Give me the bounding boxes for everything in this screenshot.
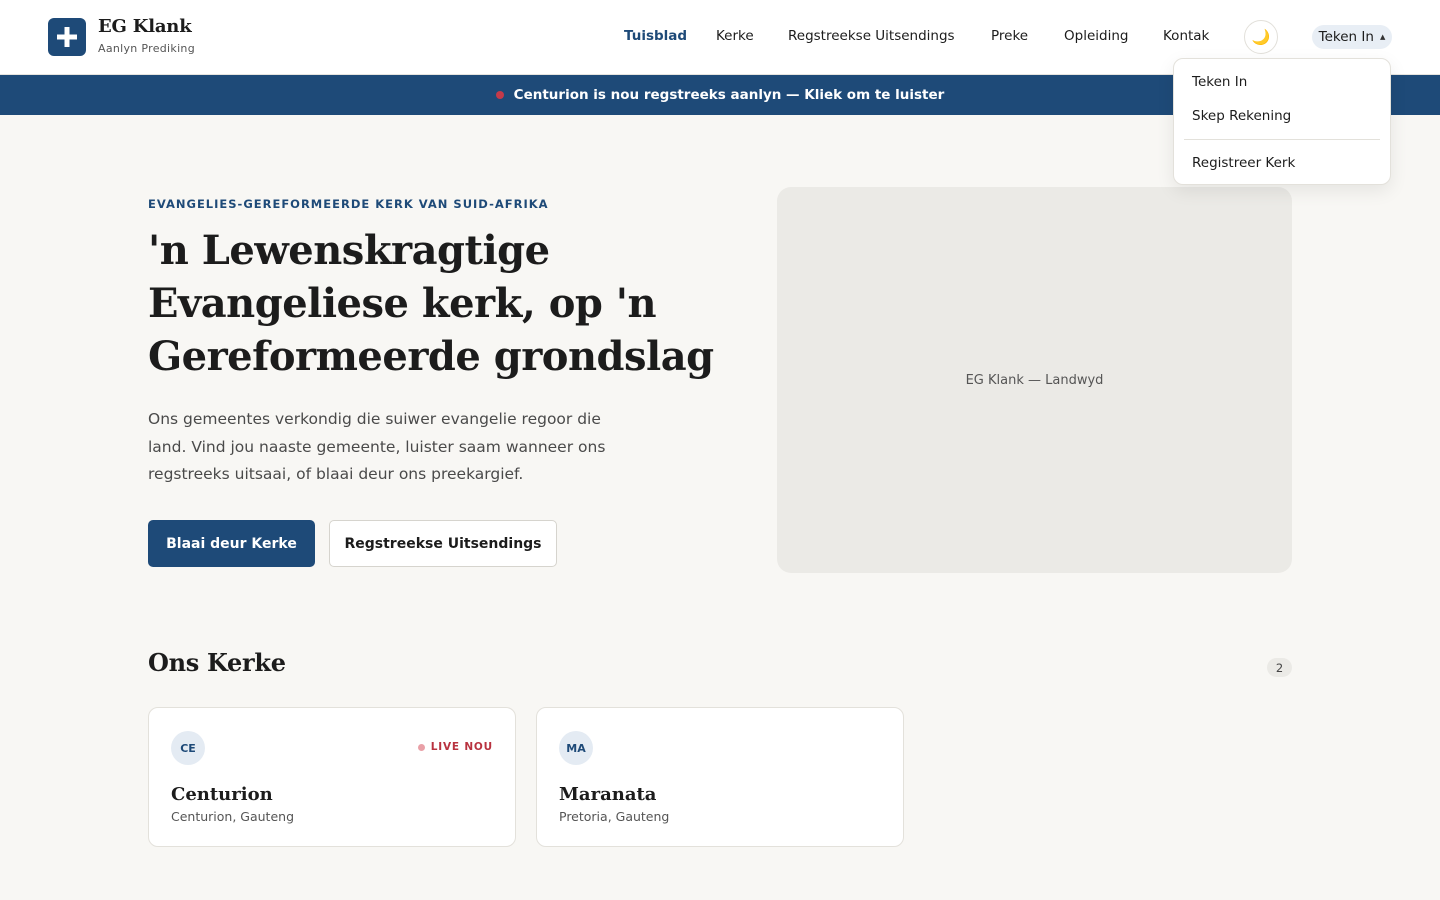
church-name: Centurion (171, 784, 273, 805)
signin-button[interactable]: Teken In ▲ (1312, 25, 1392, 49)
menu-item-teken-in[interactable]: Teken In (1192, 74, 1247, 90)
church-avatar: MA (559, 731, 593, 765)
church-avatar: CE (171, 731, 205, 765)
church-card-centurion[interactable]: CE LIVE NOU Centurion Centurion, Gauteng (148, 707, 516, 847)
live-badge-label: LIVE NOU (430, 741, 493, 753)
brand-title[interactable]: EG Klank (98, 16, 192, 37)
logo-cross-icon[interactable] (48, 18, 86, 56)
live-dot-icon (495, 91, 504, 99)
signin-dropdown-menu: Teken In Skep Rekening Registreer Kerk (1173, 58, 1391, 185)
nav-opleiding[interactable]: Opleiding (1064, 28, 1128, 48)
caret-up-icon: ▲ (1379, 33, 1386, 41)
hero-eyebrow: EVANGELIES-GEREFORMEERDE KERK VAN SUID-A… (148, 197, 549, 211)
moon-icon: 🌙 (1251, 28, 1271, 46)
browse-churches-button[interactable]: Blaai deur Kerke (148, 520, 315, 567)
church-location: Pretoria, Gauteng (559, 809, 670, 824)
live-broadcasts-button[interactable]: Regstreekse Uitsendings (329, 520, 557, 567)
brand-subtitle: Aanlyn Prediking (98, 42, 195, 55)
live-dot-icon (417, 743, 425, 751)
church-name: Maranata (559, 784, 657, 805)
hero-image: EG Klank — Landwyd (777, 187, 1292, 573)
menu-item-registreer-kerk[interactable]: Registreer Kerk (1192, 155, 1295, 171)
hero-description: Ons gemeentes verkondig die suiwer evang… (148, 410, 606, 483)
hero-title: 'n Lewenskragtige Evangeliese kerk, op '… (148, 227, 714, 380)
menu-divider (1184, 139, 1380, 140)
church-count-badge: 2 (1267, 658, 1292, 677)
nav-preke[interactable]: Preke (991, 28, 1028, 48)
theme-toggle-button[interactable]: 🌙 (1244, 20, 1278, 54)
hero-image-caption: EG Klank — Landwyd (965, 372, 1104, 388)
nav-kerke[interactable]: Kerke (716, 28, 754, 48)
menu-item-skep-rekening[interactable]: Skep Rekening (1192, 108, 1291, 124)
nav-tuisblad[interactable]: Tuisblad (624, 28, 687, 48)
church-location: Centurion, Gauteng (171, 809, 295, 824)
nav-regstreekse-uitsendings[interactable]: Regstreekse Uitsendings (788, 28, 955, 48)
section-title: Ons Kerke (148, 648, 286, 677)
nav-kontak[interactable]: Kontak (1163, 28, 1209, 48)
signin-label: Teken In (1318, 29, 1374, 45)
church-card-maranata[interactable]: MA Maranata Pretoria, Gauteng (536, 707, 904, 847)
live-banner-text: Centurion is nou regstreeks aanlyn — Kli… (513, 87, 945, 103)
live-badge: LIVE NOU (417, 741, 493, 753)
